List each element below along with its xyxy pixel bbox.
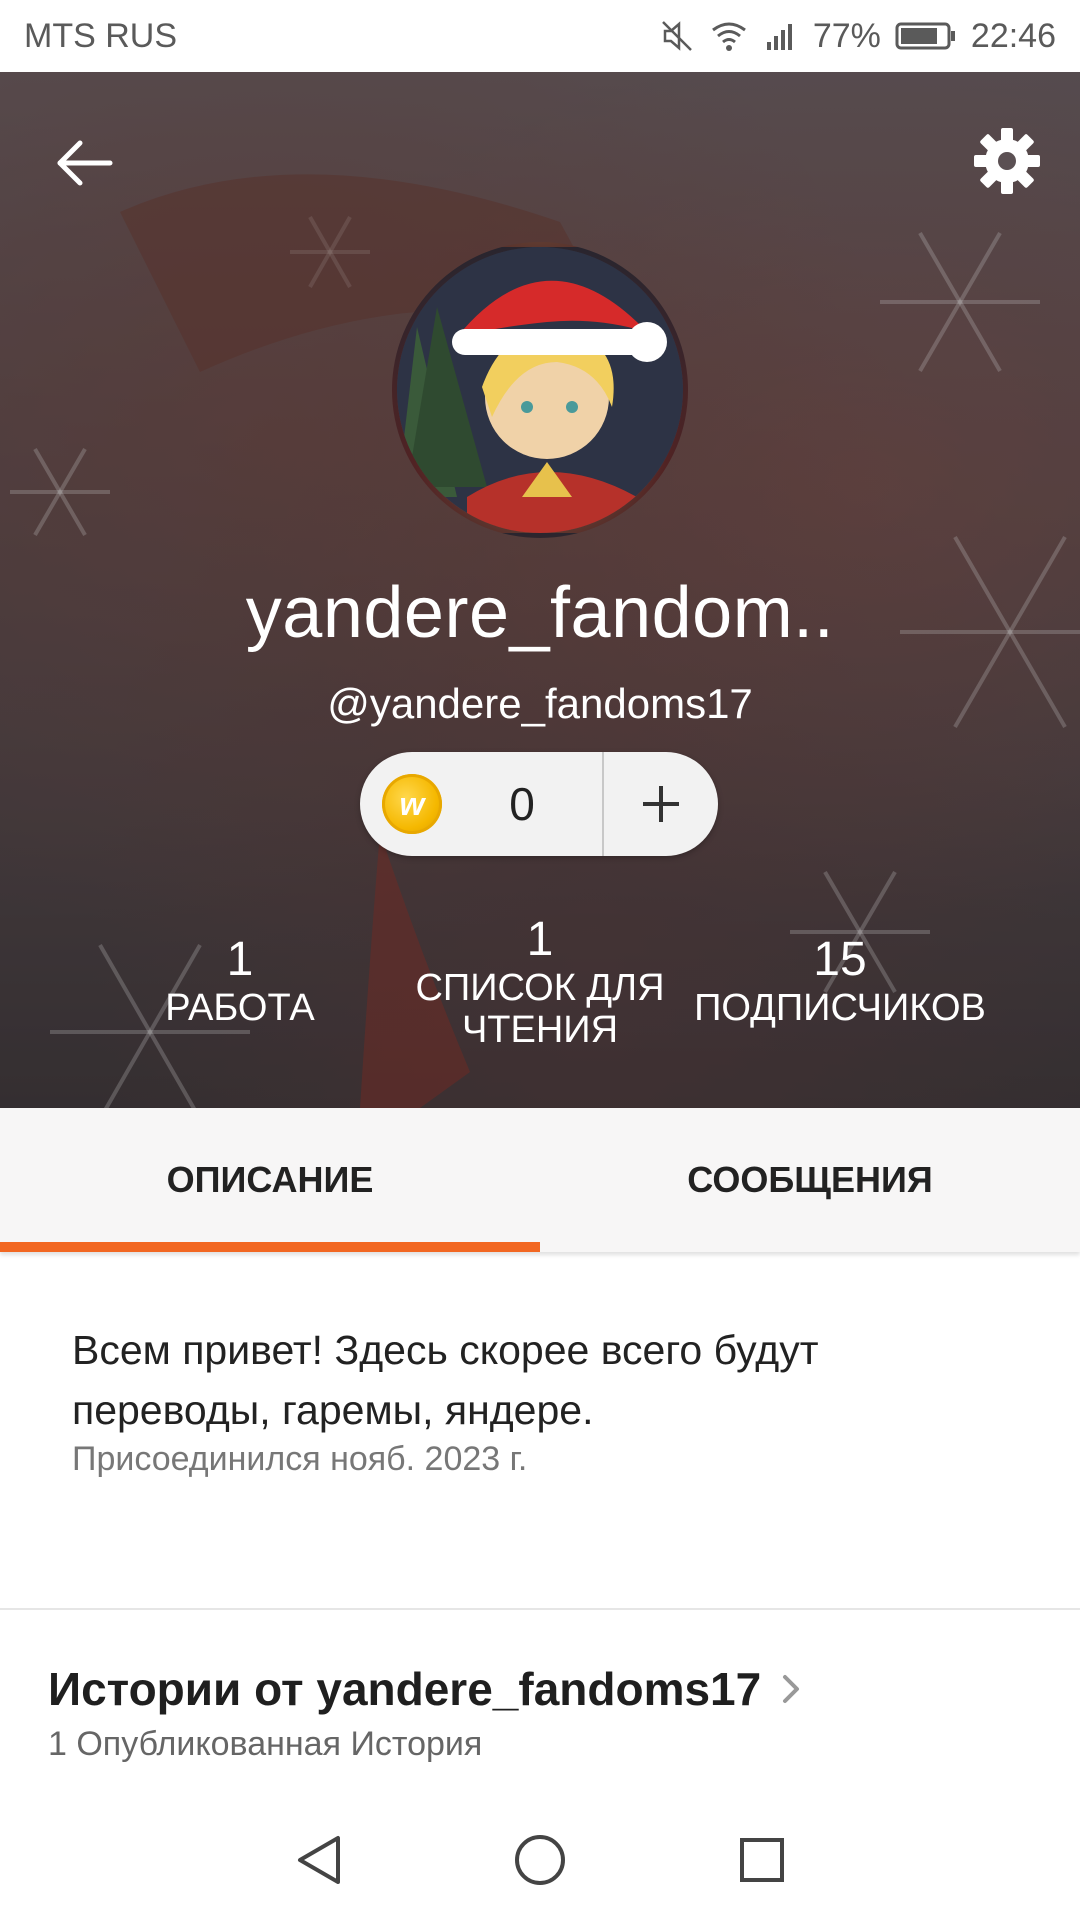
stories-count: 1 Опубликованная История bbox=[48, 1725, 483, 1763]
profile-description: Всем привет! Здесь скорее всего будут пе… bbox=[72, 1327, 819, 1433]
works-label: РАБОТА bbox=[165, 987, 315, 1029]
works-count: 1 bbox=[226, 933, 254, 986]
chevron-right-icon bbox=[783, 1675, 800, 1703]
carrier-label: MTS RUS bbox=[24, 16, 177, 55]
reading-lists-count: 1 bbox=[526, 913, 554, 966]
battery-percent: 77% bbox=[812, 16, 881, 55]
nav-recents-button[interactable] bbox=[726, 1824, 798, 1896]
wifi-icon bbox=[709, 18, 749, 54]
section-divider bbox=[0, 1608, 1080, 1610]
avatar-image bbox=[397, 247, 683, 533]
profile-tabs: ОПИСАНИЕ СООБЩЕНИЯ bbox=[0, 1108, 1080, 1252]
nav-back-button[interactable] bbox=[282, 1824, 354, 1896]
tab-about[interactable]: ОПИСАНИЕ bbox=[0, 1108, 540, 1252]
reading-lists-label-line1: СПИСОК ДЛЯ bbox=[415, 967, 665, 1009]
stat-works[interactable]: 1 РАБОТА bbox=[120, 932, 360, 1029]
profile-screen: MTS RUS 77% 22:46 yandere_fandom.. @yand… bbox=[0, 0, 1080, 1920]
stories-title: Истории от yandere_fandoms17 bbox=[48, 1663, 762, 1715]
back-button[interactable] bbox=[50, 128, 120, 198]
status-bar: MTS RUS 77% 22:46 bbox=[0, 0, 1080, 72]
nav-home-button[interactable] bbox=[504, 1824, 576, 1896]
followers-count: 15 bbox=[813, 933, 867, 986]
clock: 22:46 bbox=[970, 16, 1056, 55]
system-nav-bar bbox=[0, 1800, 1080, 1920]
mute-icon bbox=[659, 18, 695, 54]
status-icons: 77% 22:46 bbox=[659, 17, 1056, 56]
add-coins-button[interactable] bbox=[604, 752, 718, 856]
stat-followers[interactable]: 15 ПОДПИСЧИКОВ bbox=[680, 932, 1000, 1029]
followers-label: ПОДПИСЧИКОВ bbox=[694, 987, 986, 1029]
profile-header: yandere_fandom.. @yandere_fandoms17 w 0 … bbox=[0, 72, 1080, 1108]
username-handle: @yandere_fandoms17 bbox=[327, 680, 753, 727]
avatar[interactable] bbox=[392, 242, 688, 538]
square-recents-icon bbox=[740, 1838, 784, 1882]
wattpad-coin-icon: w bbox=[382, 774, 442, 834]
tab-messages[interactable]: СООБЩЕНИЯ bbox=[540, 1108, 1080, 1252]
stat-reading-lists[interactable]: 1 СПИСОК ДЛЯ ЧТЕНИЯ bbox=[400, 912, 680, 1051]
display-name: yandere_fandom.. bbox=[245, 573, 835, 653]
signal-icon bbox=[763, 18, 799, 54]
battery-icon bbox=[895, 21, 957, 51]
joined-date: Присоединился нояб. 2023 г. bbox=[72, 1440, 528, 1478]
circle-home-icon bbox=[515, 1835, 565, 1885]
reading-lists-label-line2: ЧТЕНИЯ bbox=[461, 1009, 619, 1051]
coin-count: 0 bbox=[509, 778, 535, 830]
arrow-left-icon bbox=[57, 140, 113, 186]
coin-balance: w 0 bbox=[360, 752, 718, 856]
settings-button[interactable] bbox=[970, 124, 1044, 198]
gear-icon bbox=[974, 128, 1040, 194]
triangle-back-icon bbox=[298, 1836, 340, 1884]
stories-section-link[interactable]: Истории от yandere_fandoms17 bbox=[48, 1662, 803, 1716]
plus-icon bbox=[643, 786, 679, 822]
